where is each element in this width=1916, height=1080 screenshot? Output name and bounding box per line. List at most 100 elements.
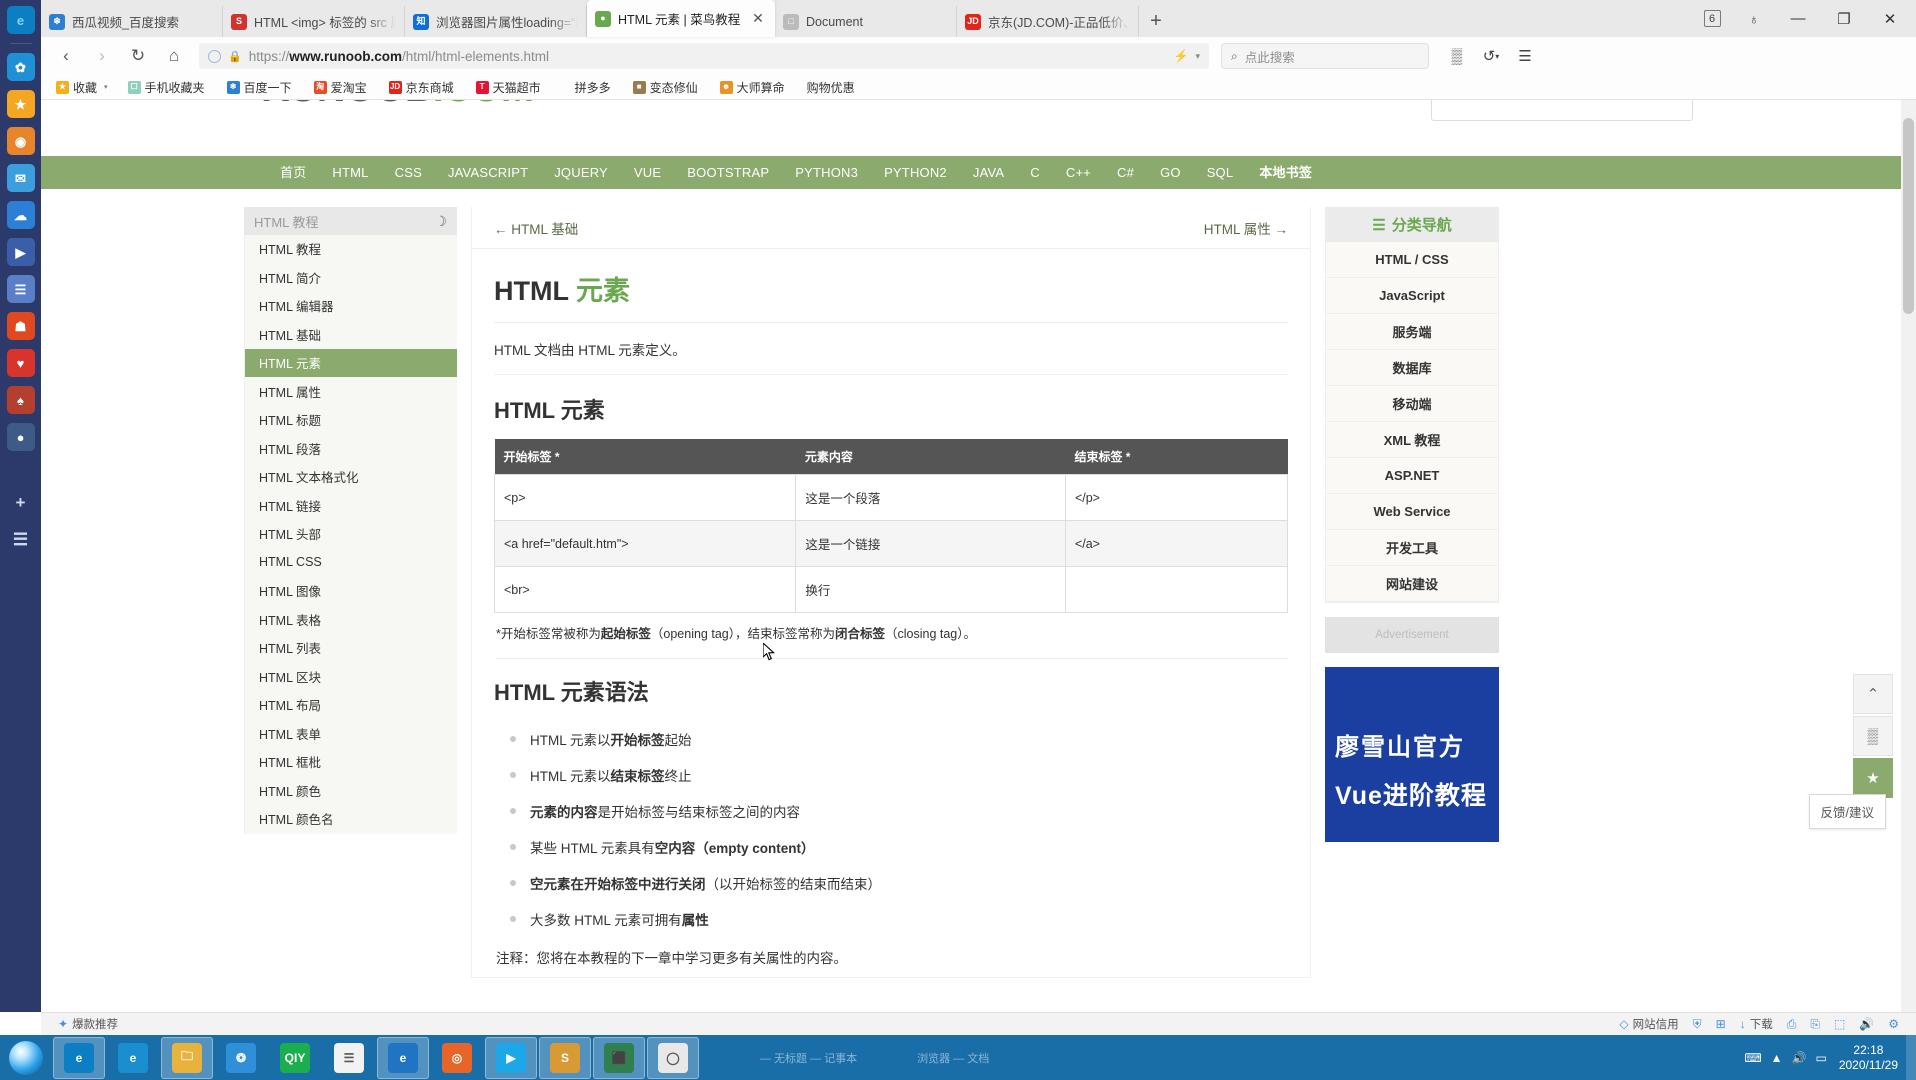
tutorial-menu-item-4[interactable]: HTML 元素 xyxy=(245,349,457,378)
site-nav-item-11[interactable]: C++ xyxy=(1053,156,1104,189)
taskbar-sublime[interactable]: S xyxy=(539,1036,591,1079)
tray-icon-0[interactable]: ⌨ xyxy=(1744,1051,1761,1065)
tab-count-button[interactable]: 6 xyxy=(1692,2,1732,36)
tutorial-menu-item-18[interactable]: HTML 框枇 xyxy=(245,748,457,777)
tutorial-menu-item-19[interactable]: HTML 颜色 xyxy=(245,777,457,805)
site-nav-item-1[interactable]: HTML xyxy=(319,156,381,189)
minimize-window-button[interactable]: — xyxy=(1776,0,1820,37)
eye-browser-icon[interactable]: ◉ xyxy=(6,127,35,155)
site-nav-item-7[interactable]: PYTHON3 xyxy=(782,156,871,189)
history-icon[interactable]: ↺ ▾ xyxy=(1475,41,1507,71)
taskbar-browser2[interactable]: e xyxy=(377,1036,429,1079)
advertisement-banner[interactable]: 廖雪山官方 Vue进阶教程 xyxy=(1325,667,1499,842)
bookmark-item-6[interactable]: 拼多多 xyxy=(570,78,616,97)
tutorial-menu-item-6[interactable]: HTML 标题 xyxy=(245,406,457,435)
page-scrollbar-thumb[interactable] xyxy=(1903,118,1914,314)
chevron-down-icon[interactable]: ▾ xyxy=(104,83,108,91)
back-button[interactable]: ‹ xyxy=(49,41,83,71)
bookmark-item-3[interactable]: 淘爱淘宝 xyxy=(309,78,372,97)
bookmark-item-8[interactable]: ☻ 大师算命 xyxy=(715,78,790,97)
restore-window-button[interactable]: ❐ xyxy=(1822,0,1866,37)
tutorial-menu-item-12[interactable]: HTML 图像 xyxy=(245,577,457,606)
market-app-icon[interactable]: ☗ xyxy=(6,312,35,340)
status-item-3[interactable]: ↓ 下载 xyxy=(1733,1016,1780,1032)
tutorial-menu-item-0[interactable]: HTML 教程 xyxy=(245,235,457,264)
favorite-button[interactable]: ★ xyxy=(1853,758,1893,798)
flower-app-icon[interactable]: ✿ xyxy=(6,53,35,81)
site-nav-item-4[interactable]: JQUERY xyxy=(541,156,621,189)
category-item-3[interactable]: 数据库 xyxy=(1326,350,1498,386)
tutorial-menu-item-11[interactable]: HTML CSS xyxy=(245,549,457,577)
bookmark-item-7[interactable]: ■ 变态修仙 xyxy=(628,78,703,97)
chevron-down-icon[interactable]: ▾ xyxy=(1195,51,1200,62)
close-window-button[interactable]: ✕ xyxy=(1868,0,1912,37)
desktop-sidebar-dock[interactable]: e ✿ ★ ◉ ✉ ☁ ▶ ☰ ☗ ♥ ♠ ● + ☰ xyxy=(0,0,41,1012)
tutorial-menu-item-7[interactable]: HTML 段落 xyxy=(245,435,457,463)
start-button[interactable] xyxy=(0,1035,52,1080)
tutorial-menu-item-13[interactable]: HTML 表格 xyxy=(245,606,457,634)
site-info-icon[interactable] xyxy=(208,49,221,63)
site-nav-item-6[interactable]: BOOTSTRAP xyxy=(674,156,782,189)
browser-tab-0[interactable]: ❄ 西瓜视频_百度搜索 xyxy=(41,6,223,37)
tutorial-menu-item-1[interactable]: HTML 简介 xyxy=(245,264,457,292)
forward-button[interactable]: › xyxy=(85,41,119,71)
status-item-2[interactable]: ⊞ xyxy=(1709,1017,1733,1031)
status-item-1[interactable]: ⛨ xyxy=(1686,1017,1709,1032)
taskbar-notepad[interactable]: ☰ xyxy=(323,1037,375,1079)
category-item-6[interactable]: ASP.NET xyxy=(1326,458,1498,494)
skin-shirt-icon[interactable]: ♁ xyxy=(1734,2,1774,36)
taskbar-chat[interactable]: ❂ xyxy=(215,1037,267,1079)
tutorial-menu-item-2[interactable]: HTML 编辑器 xyxy=(245,292,457,321)
qr-code-button[interactable]: ▒ xyxy=(1853,716,1893,756)
flash-plugin-icon[interactable]: ⚡ xyxy=(1174,49,1189,63)
favorites-star-icon[interactable]: ★ xyxy=(6,90,35,118)
mail-icon[interactable]: ✉ xyxy=(6,164,35,192)
tutorial-menu-item-10[interactable]: HTML 头部 xyxy=(245,520,457,549)
bookmark-item-5[interactable]: T 天猫超市 xyxy=(471,78,546,97)
taskbar-clock[interactable]: 22:18 2020/11/29 xyxy=(1839,1043,1898,1073)
tutorial-menu-item-16[interactable]: HTML 布局 xyxy=(245,691,457,720)
taskbar-window-title-1[interactable]: 浏览器 — 文档 xyxy=(917,1050,989,1066)
taskbar-chrome[interactable]: ◯ xyxy=(647,1036,699,1079)
tray-icon-2[interactable]: 🔊 xyxy=(1792,1051,1807,1065)
status-item-7[interactable]: 🔊 xyxy=(1852,1017,1881,1031)
tutorial-menu-item-5[interactable]: HTML 属性 xyxy=(245,378,457,406)
address-bar[interactable]: 🔒 https://www.runoob.com/html/html-eleme… xyxy=(199,43,1209,69)
tutorial-menu-item-15[interactable]: HTML 区块 xyxy=(245,663,457,691)
home-button[interactable]: ⌂ xyxy=(157,41,191,71)
tutorial-menu-item-3[interactable]: HTML 基础 xyxy=(245,321,457,349)
site-nav-item-9[interactable]: JAVA xyxy=(960,156,1017,189)
site-nav-item-3[interactable]: JAVASCRIPT xyxy=(435,156,541,189)
category-item-5[interactable]: XML 教程 xyxy=(1326,422,1498,458)
weibo-icon[interactable]: ♥ xyxy=(6,349,35,377)
browser-tab-3[interactable]: ● HTML 元素 | 菜鸟教程 ✕ xyxy=(587,0,775,37)
search-box[interactable]: ⌕ 点此搜索 xyxy=(1221,43,1429,69)
site-search-input[interactable] xyxy=(1431,100,1693,121)
runoob-logo[interactable]: RUNOOB.COM xyxy=(261,100,534,111)
edge-browser-icon[interactable]: e xyxy=(6,6,35,34)
site-nav-item-14[interactable]: SQL xyxy=(1194,156,1247,189)
tray-icon-1[interactable]: ▲ xyxy=(1771,1051,1783,1065)
tab-close-button[interactable]: ✕ xyxy=(749,10,767,28)
browser-menu-icon[interactable]: ☰ xyxy=(1509,41,1541,71)
tutorial-menu-item-9[interactable]: HTML 链接 xyxy=(245,492,457,520)
status-item-6[interactable]: ⬚ xyxy=(1827,1017,1852,1031)
breadcrumb-prev-link[interactable]: ← HTML 基础 xyxy=(494,218,578,238)
feedback-tooltip[interactable]: 反馈/建议 xyxy=(1808,794,1886,829)
browser-tab-1[interactable]: S HTML <img> 标签的 src 属 xyxy=(223,6,405,37)
taskbar-image[interactable]: ⬛ xyxy=(593,1036,645,1079)
status-item-4[interactable]: ⎙ xyxy=(1780,1017,1804,1032)
taskbar-window-title-0[interactable]: — 无标题 — 记事本 xyxy=(760,1050,857,1066)
bookmark-item-4[interactable]: JD 京东商城 xyxy=(384,78,459,97)
site-nav-item-10[interactable]: C xyxy=(1017,156,1053,189)
dark-mode-moon-icon[interactable]: ☽ xyxy=(434,213,447,230)
site-nav-item-13[interactable]: GO xyxy=(1147,156,1194,189)
page-scrollbar[interactable] xyxy=(1901,100,1916,1012)
browser-tab-5[interactable]: JD 京东(JD.COM)-正品低价、品 xyxy=(957,6,1139,37)
tutorial-menu-item-17[interactable]: HTML 表单 xyxy=(245,720,457,748)
category-item-0[interactable]: HTML / CSS xyxy=(1326,242,1498,278)
taskbar-ie[interactable]: e xyxy=(107,1037,159,1079)
site-nav-item-8[interactable]: PYTHON2 xyxy=(871,156,960,189)
browser-tab-4[interactable]: □ Document xyxy=(775,6,957,37)
document-app-icon[interactable]: ☰ xyxy=(6,275,35,303)
